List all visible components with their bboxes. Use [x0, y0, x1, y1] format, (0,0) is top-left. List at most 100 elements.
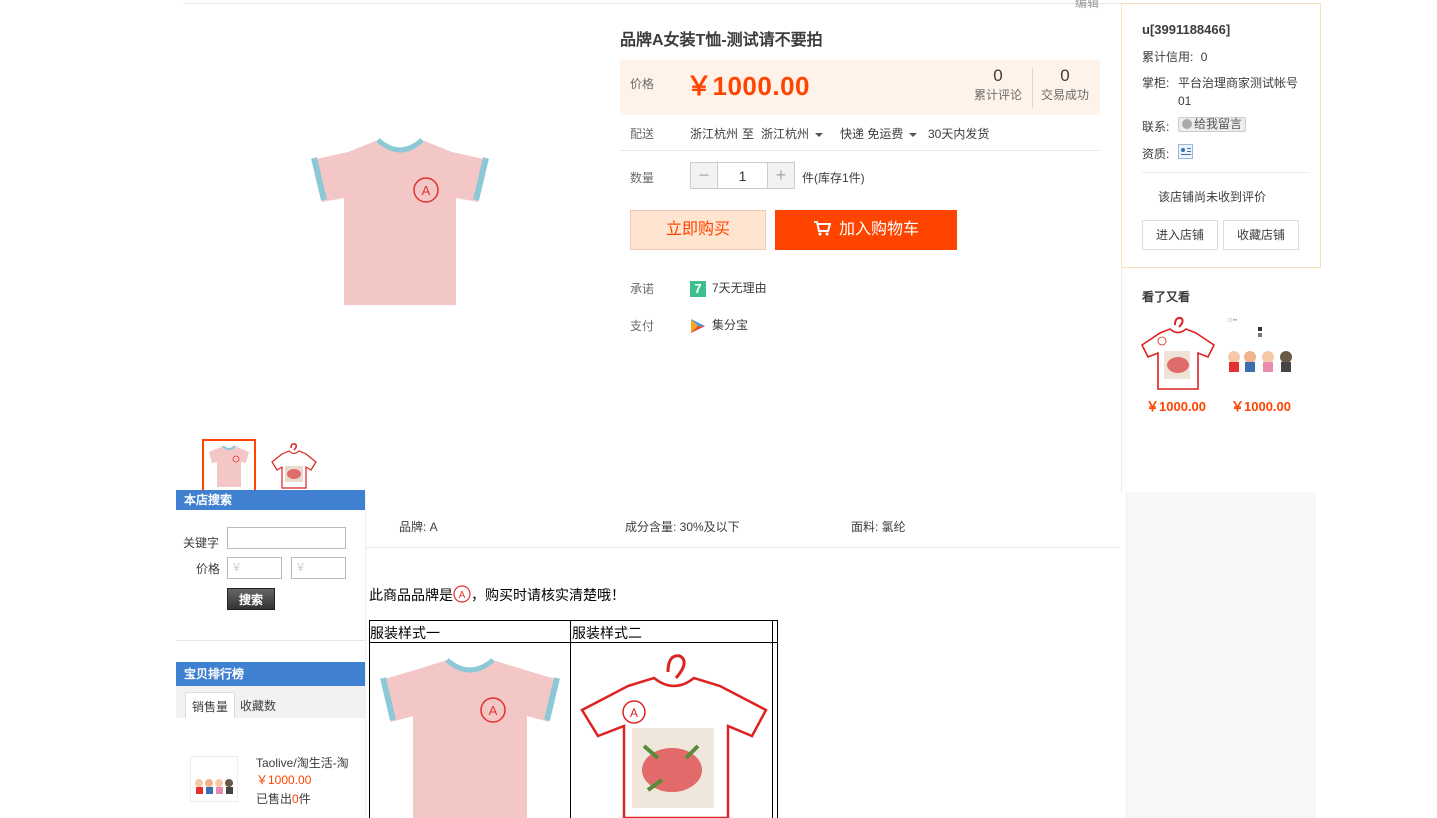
ranking-item-price: ￥1000.00 — [256, 773, 312, 787]
search-button[interactable]: 搜索 — [227, 588, 275, 610]
seller-credit-row: 累计信用: 0 — [1142, 48, 1207, 65]
keeper-name-line2: 01 — [1178, 94, 1192, 108]
chevron-down-icon — [909, 132, 918, 137]
ranking-item-image[interactable] — [190, 756, 238, 802]
svg-text:A: A — [630, 706, 638, 720]
seller-name[interactable]: u[3991188466] — [1142, 22, 1230, 37]
enter-shop-button[interactable]: 进入店铺 — [1142, 220, 1218, 250]
delivery-destination-select[interactable]: 浙江杭州 — [761, 125, 824, 142]
payment-label: 支付 — [630, 319, 655, 333]
promise-label: 承诺 — [630, 282, 655, 296]
price-max-input[interactable]: ￥ — [291, 557, 346, 579]
stat-reviews[interactable]: 0 累计评论 — [965, 66, 1031, 103]
stat-reviews-count: 0 — [993, 66, 1003, 85]
table-header-style-1: 服装样式一 — [370, 625, 440, 641]
message-button[interactable]: 给我留言 — [1178, 117, 1247, 132]
message-button-label: 给我留言 — [1194, 117, 1243, 131]
quantity-decrease-button[interactable]: − — [691, 163, 717, 188]
top-divider — [183, 3, 1121, 4]
quantity-increase-button[interactable]: + — [768, 163, 794, 188]
delivery-destination: 浙江杭州 — [761, 127, 810, 141]
dotted-divider — [620, 150, 1100, 151]
style-1-tshirt-image: A — [380, 658, 560, 818]
ranking-item-name[interactable]: Taolive/淘生活-淘 — [256, 754, 349, 771]
seller-divider — [1142, 172, 1310, 173]
qualification-label: 资质: — [1142, 147, 1170, 161]
thumbnail-1[interactable] — [202, 439, 256, 493]
also-viewed-title: 看了又看 — [1142, 290, 1191, 304]
attribute-composition: 成分含量: 30%及以下 — [625, 520, 740, 534]
collect-shop-button[interactable]: 收藏店铺 — [1223, 220, 1299, 250]
svg-text:A: A — [422, 183, 431, 198]
attribute-fabric: 面料: 氯纶 — [851, 520, 906, 534]
chevron-down-icon — [815, 132, 824, 137]
stat-sales-count: 0 — [1060, 66, 1070, 85]
svg-text:A: A — [459, 590, 466, 601]
delivery-method-select[interactable]: 快递 免运费 — [840, 125, 918, 142]
right-column-bg — [1126, 492, 1316, 818]
table-header-style-2: 服装样式二 — [572, 625, 642, 641]
stat-reviews-label: 累计评论 — [973, 88, 1022, 102]
stock-text: 件(库存1件) — [802, 171, 865, 185]
sold-prefix: 已售出 — [256, 792, 293, 806]
cart-icon — [813, 221, 832, 236]
id-card-icon[interactable] — [1178, 144, 1193, 159]
tab-favorites[interactable]: 收藏数 — [234, 692, 282, 718]
credit-value: 0 — [1200, 50, 1208, 64]
add-to-cart-label: 加入购物车 — [838, 221, 919, 238]
buy-now-button[interactable]: 立即购买 — [630, 210, 766, 250]
shop-search-header: 本店搜索 — [176, 490, 365, 510]
price-value: ￥1000.00 — [686, 71, 810, 101]
ship-time: 30天内发货 — [928, 127, 990, 141]
edit-link[interactable]: 编辑 — [1075, 0, 1099, 11]
keyword-label: 关键字 — [183, 536, 220, 550]
no-reviews-text: 该店铺尚未收到评价 — [1158, 190, 1267, 204]
seven-day-icon: 7 — [690, 280, 706, 297]
table-col-divider — [570, 620, 571, 818]
payment-item[interactable]: 集分宝 — [690, 316, 748, 334]
jifenbao-icon — [691, 318, 705, 333]
stat-sales[interactable]: 0 交易成功 — [1032, 66, 1098, 103]
svg-text:A: A — [489, 703, 498, 718]
also-viewed-item-1-price: ￥1000.00 — [1146, 399, 1206, 414]
delivery-from: 浙江杭州 — [690, 127, 739, 141]
price-min-input[interactable]: ￥ — [227, 557, 282, 579]
promise-text: 7天无理由 — [712, 281, 767, 295]
keyword-input[interactable] — [227, 527, 346, 549]
figurines-icon — [1228, 351, 1292, 372]
promise-item[interactable]: 7 7天无理由 — [690, 279, 767, 297]
payment-text: 集分宝 — [712, 318, 749, 332]
price-label: 价格 — [630, 77, 655, 91]
add-to-cart-button[interactable]: 加入购物车 — [775, 210, 957, 250]
tshirt-thumbnail-icon — [209, 445, 249, 487]
attributes-divider — [366, 547, 1119, 548]
tab-sales[interactable]: 销售量 — [185, 692, 236, 718]
also-viewed-item-1-image[interactable] — [1138, 315, 1218, 393]
contact-label: 联系: — [1142, 120, 1170, 134]
style-2-tshirt-image: A — [580, 654, 768, 818]
ranking-header: 宝贝排行榜 — [176, 662, 365, 686]
main-product-image: A — [311, 138, 489, 305]
credit-label: 累计信用: — [1142, 50, 1194, 64]
sidebar-border — [365, 492, 366, 818]
product-title: 品牌A女装T恤-测试请不要拍 — [620, 32, 823, 49]
quantity-label: 数量 — [630, 171, 655, 185]
chat-icon — [1182, 119, 1192, 129]
sidebar-divider — [176, 640, 365, 641]
description-text-before: 此商品品牌是 — [369, 587, 453, 603]
attribute-brand: 品牌: A — [399, 520, 438, 534]
thumbnail-2[interactable] — [266, 439, 320, 493]
also-viewed-item-2-price: ￥1000.00 — [1231, 399, 1291, 414]
stat-sales-label: 交易成功 — [1040, 88, 1089, 102]
delivery-method: 快递 免运费 — [840, 127, 904, 141]
sidebar-price-label: 价格 — [196, 562, 221, 576]
description-text: 此商品品牌是 A ，购买时请核实清楚哦！ — [369, 585, 625, 605]
ranking-item-sold: 已售出0件 — [256, 790, 311, 807]
sold-count: 0 — [292, 792, 299, 806]
quantity-input[interactable] — [717, 163, 768, 188]
sold-suffix: 件 — [298, 792, 311, 806]
svg-text:▢ ▪▪▪: ▢ ▪▪▪ — [1228, 317, 1238, 322]
table-col-divider-2 — [772, 620, 773, 818]
also-viewed-item-2-image[interactable]: ▢ ▪▪▪ — [1222, 315, 1300, 377]
quantity-stepper: − + — [690, 162, 795, 189]
